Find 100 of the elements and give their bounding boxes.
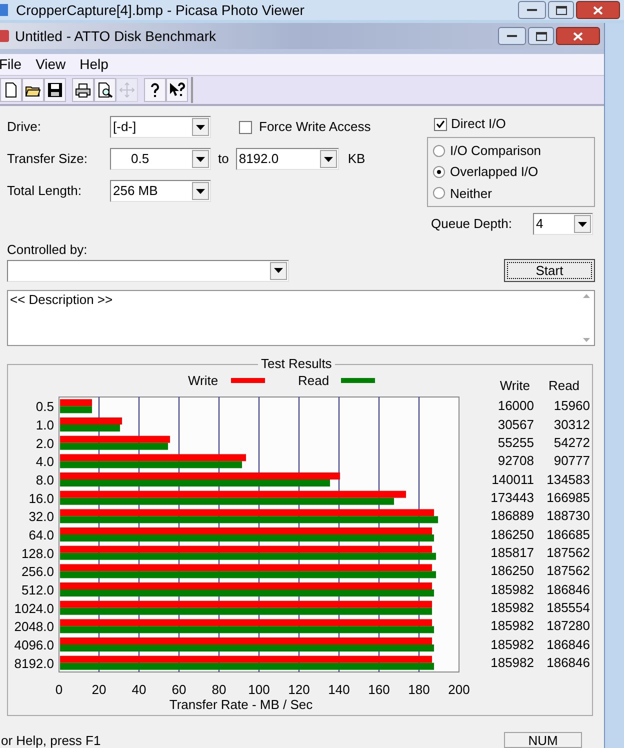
description-text: << Description >> bbox=[9, 291, 114, 309]
column-header: Read bbox=[547, 377, 581, 395]
radio-button[interactable] bbox=[433, 166, 445, 178]
table-cell-text: 187562 bbox=[546, 562, 591, 580]
app-icon bbox=[0, 4, 8, 16]
minimize-button[interactable] bbox=[498, 27, 526, 45]
field-label: Queue Depth: bbox=[431, 215, 513, 234]
tick-label: 200 bbox=[448, 682, 470, 697]
table-cell-text: 134583 bbox=[546, 470, 591, 489]
tick-label: 20 bbox=[92, 682, 106, 697]
menu-item[interactable]: File bbox=[0, 54, 22, 75]
minimize-button[interactable] bbox=[518, 1, 546, 19]
restore-button[interactable] bbox=[528, 27, 554, 45]
start-button[interactable]: Start bbox=[504, 259, 595, 282]
drive-dropdown[interactable]: [-d-] bbox=[110, 116, 211, 138]
table-cell-text: 186846 bbox=[546, 636, 591, 654]
radio-button[interactable] bbox=[433, 187, 445, 200]
printer-icon bbox=[75, 82, 91, 98]
table-cell-text: 188730 bbox=[546, 507, 591, 526]
category-label: 2.0 bbox=[36, 436, 54, 451]
caret-icon bbox=[274, 268, 283, 273]
category-label: 16.0 bbox=[28, 490, 54, 506]
table-cell-text: 185982 bbox=[490, 636, 535, 654]
table-cell-text: 186685 bbox=[546, 526, 591, 544]
toolbar-button[interactable] bbox=[166, 78, 188, 102]
minimize-icon bbox=[527, 8, 537, 12]
caret-icon bbox=[578, 222, 587, 226]
legend-label: Write bbox=[188, 373, 218, 388]
toolbar-button[interactable] bbox=[144, 78, 166, 102]
maximize-icon bbox=[536, 32, 546, 40]
tick-label: 60 bbox=[172, 682, 186, 697]
table-cell-text: 173443 bbox=[490, 489, 535, 508]
radio-button[interactable] bbox=[433, 144, 445, 157]
close-icon bbox=[573, 32, 583, 40]
legend-swatch bbox=[231, 378, 265, 383]
field-label: Transfer Size: bbox=[7, 150, 88, 168]
checkbox-label: Direct I/O bbox=[451, 115, 506, 134]
radio-label: Overlapped I/O bbox=[450, 163, 538, 182]
menu-item[interactable]: Help bbox=[80, 54, 108, 75]
caret-icon bbox=[324, 156, 333, 162]
unit-label: KB bbox=[348, 150, 366, 168]
category-label: 128.0 bbox=[21, 546, 54, 561]
transfer-size-from-dropdown[interactable]: 0.5 bbox=[110, 148, 211, 170]
radio-label: I/O Comparison bbox=[450, 142, 542, 160]
category-label: 4.0 bbox=[36, 454, 54, 470]
total-length-dropdown[interactable]: 256 MB bbox=[110, 180, 211, 202]
status-text: or Help, press F1 bbox=[1, 733, 101, 748]
table-cell-text: 140011 bbox=[490, 470, 535, 489]
table-cell-text: 186846 bbox=[546, 580, 591, 599]
document-icon bbox=[3, 82, 19, 98]
controlled-by-dropdown[interactable] bbox=[7, 260, 289, 282]
window-title: CropperCapture[4].bmp - Picasa Photo Viewer bbox=[16, 3, 304, 17]
tick-label: 40 bbox=[132, 682, 146, 697]
tick-label: 140 bbox=[328, 682, 350, 697]
tick-label: 80 bbox=[212, 682, 226, 697]
toolbar-button[interactable] bbox=[94, 78, 116, 102]
checkbox[interactable] bbox=[434, 118, 447, 130]
field-label: Total Length: bbox=[7, 182, 82, 200]
maximize-button[interactable] bbox=[548, 1, 574, 19]
field-label: to bbox=[218, 150, 229, 168]
app-icon bbox=[0, 30, 9, 42]
toolbar-button[interactable] bbox=[72, 78, 94, 102]
legend-swatch bbox=[341, 378, 375, 383]
table-cell-text: 186846 bbox=[546, 654, 591, 672]
tick-label: 180 bbox=[408, 682, 430, 697]
category-label: 4096.0 bbox=[14, 638, 54, 652]
close-button[interactable] bbox=[556, 27, 600, 45]
axis-title: Transfer Rate - MB / Sec bbox=[169, 697, 313, 712]
category-label: 1.0 bbox=[36, 418, 54, 432]
toolbar-button[interactable] bbox=[22, 78, 44, 102]
magnifier-page-icon bbox=[97, 82, 113, 98]
category-label: 2048.0 bbox=[14, 619, 54, 634]
tick-label: 100 bbox=[248, 682, 270, 697]
category-label: 64.0 bbox=[28, 528, 54, 542]
caret-icon bbox=[196, 124, 205, 130]
category-label: 512.0 bbox=[21, 582, 54, 598]
arrow-question-icon bbox=[169, 82, 185, 98]
radio-label: Neither bbox=[450, 184, 492, 203]
tick-label: 120 bbox=[288, 682, 310, 697]
table-cell-text: 186889 bbox=[490, 507, 535, 526]
table-cell-text: 187562 bbox=[546, 544, 591, 562]
toolbar-button[interactable] bbox=[44, 78, 66, 102]
table-cell-text: 185982 bbox=[490, 617, 535, 636]
table-cell-text: 55255 bbox=[496, 434, 535, 452]
toolbar-button[interactable] bbox=[0, 78, 22, 102]
close-button[interactable] bbox=[576, 1, 620, 19]
checkbox[interactable] bbox=[239, 120, 252, 134]
category-label: 32.0 bbox=[28, 509, 54, 524]
queue-depth-dropdown[interactable]: 4 bbox=[533, 213, 593, 235]
table-cell-text: 54272 bbox=[552, 434, 591, 452]
table-cell-text: 185982 bbox=[490, 654, 535, 672]
legend-label: Read bbox=[298, 373, 330, 388]
table-cell-text: 92708 bbox=[496, 452, 535, 470]
tick-label: 160 bbox=[368, 682, 390, 697]
close-icon bbox=[593, 6, 603, 14]
menu-item[interactable]: View bbox=[36, 54, 66, 75]
minimize-icon bbox=[507, 34, 517, 38]
transfer-size-to-dropdown[interactable]: 8192.0 bbox=[236, 148, 339, 170]
table-cell-text: 186250 bbox=[490, 526, 535, 544]
table-cell-text: 187280 bbox=[546, 617, 591, 636]
